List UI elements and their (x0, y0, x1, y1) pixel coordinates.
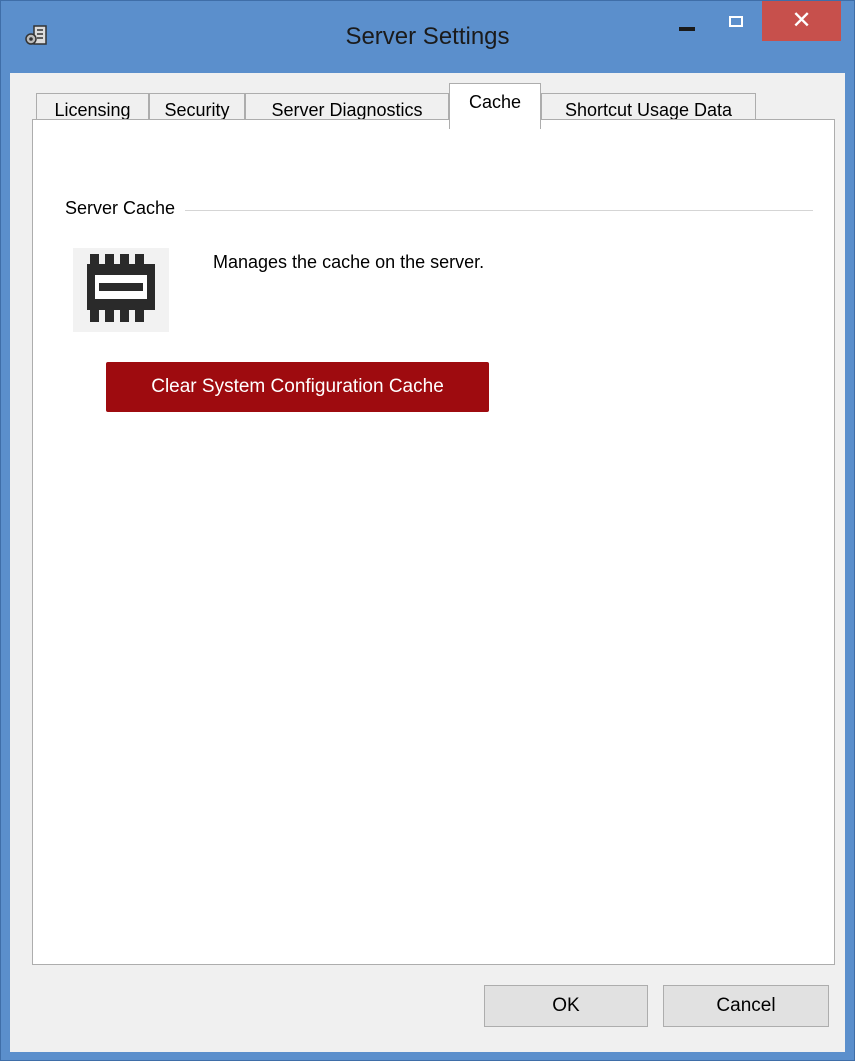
memory-chip-icon (73, 248, 169, 332)
close-button[interactable]: ✕ (762, 1, 841, 41)
cancel-button[interactable]: Cancel (663, 985, 829, 1027)
tab-cache[interactable]: Cache (449, 83, 541, 129)
tab-label: Cache (468, 92, 522, 112)
clear-system-configuration-cache-button[interactable]: Clear System Configuration Cache (106, 362, 489, 412)
maximize-icon (729, 16, 743, 27)
tab-label: Security (164, 100, 230, 120)
group-title: Server Cache (65, 198, 186, 219)
tab-label: Shortcut Usage Data (564, 100, 733, 120)
close-icon: ✕ (791, 7, 812, 34)
tab-label: Server Diagnostics (271, 100, 423, 120)
cache-description: Manages the cache on the server. (213, 252, 485, 272)
cache-tab-panel: Server Cache Manages the cache on the se… (32, 119, 835, 965)
ok-button[interactable]: OK (484, 985, 648, 1027)
server-settings-window: Server Settings ✕ Licensing Security Ser… (0, 0, 855, 1061)
dialog-client-area: Licensing Security Server Diagnostics Ca… (10, 73, 845, 1052)
title-bar[interactable]: Server Settings ✕ (1, 1, 854, 73)
tab-label: Licensing (54, 100, 131, 120)
maximize-button[interactable] (719, 1, 755, 39)
minimize-icon (679, 27, 695, 31)
minimize-button[interactable] (664, 1, 710, 39)
